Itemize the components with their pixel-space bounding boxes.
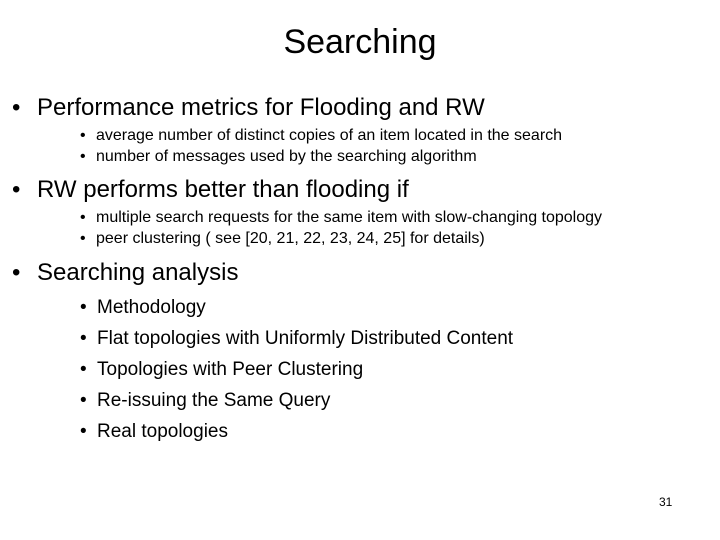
bullet-glyph-icon: • — [80, 147, 86, 165]
bullet-glyph-icon: • — [80, 229, 86, 247]
level2-bullet-text: multiple search requests for the same it… — [96, 209, 603, 226]
level1-bullet-item: • Searching analysis — [0, 257, 720, 288]
page-number: 31 — [659, 495, 673, 509]
level2-bullet-item: • Methodology — [0, 292, 720, 323]
level2-bullet-item: • multiple search requests for the same … — [0, 208, 720, 229]
bullet-glyph-icon: • — [12, 94, 21, 121]
bullet-glyph-icon: • — [80, 421, 87, 442]
slide-body: • Performance metrics for Flooding and R… — [0, 92, 720, 447]
level2-bullet-item: • average number of distinct copies of a… — [0, 126, 720, 147]
level2-list: • average number of distinct copies of a… — [0, 126, 720, 167]
bullet-glyph-icon: • — [80, 328, 87, 349]
bullet-group: • Searching analysis • Methodology • Fla… — [0, 257, 720, 447]
slide: Searching • Performance metrics for Floo… — [0, 0, 720, 540]
bullet-glyph-icon: • — [80, 359, 87, 380]
level2-bullet-item: • Real topologies — [0, 416, 720, 447]
level1-bullet-text: Performance metrics for Flooding and RW — [37, 94, 485, 121]
level2-bullet-text: number of messages used by the searching… — [96, 147, 477, 165]
level2-bullet-item: • Topologies with Peer Clustering — [0, 354, 720, 385]
bullet-glyph-icon: • — [80, 297, 87, 318]
level2-bullet-text: average number of distinct copies of an … — [96, 127, 563, 144]
bullet-glyph-icon: • — [80, 209, 86, 226]
level2-bullet-item: • Flat topologies with Uniformly Distrib… — [0, 323, 720, 354]
level2-bullet-text: Methodology — [97, 297, 206, 318]
bullet-glyph-icon: • — [80, 127, 86, 144]
level1-bullet-text: Searching analysis — [37, 259, 239, 286]
level1-bullet-item: • Performance metrics for Flooding and R… — [0, 92, 720, 123]
bullet-glyph-icon: • — [80, 390, 87, 411]
level2-bullet-item: • number of messages used by the searchi… — [0, 147, 720, 168]
slide-title: Searching — [283, 23, 437, 61]
bullet-group: • RW performs better than flooding if • … — [0, 174, 720, 249]
level2-list: • multiple search requests for the same … — [0, 208, 720, 249]
level2-bullet-text: Flat topologies with Uniformly Distribut… — [97, 328, 514, 349]
level2-bullet-item: • Re-issuing the Same Query — [0, 385, 720, 416]
level1-bullet-text: RW performs better than flooding if — [37, 176, 409, 203]
level2-bullet-text: Topologies with Peer Clustering — [97, 359, 364, 380]
level2-bullet-text: Re-issuing the Same Query — [97, 390, 331, 411]
bullet-glyph-icon: • — [12, 259, 21, 286]
level2-bullet-item: • peer clustering ( see [20, 21, 22, 23,… — [0, 229, 720, 250]
level2-list: • Methodology • Flat topologies with Uni… — [0, 292, 720, 447]
level2-bullet-text: peer clustering ( see [20, 21, 22, 23, 2… — [96, 229, 485, 247]
level2-bullet-text: Real topologies — [97, 421, 228, 442]
level1-bullet-item: • RW performs better than flooding if — [0, 174, 720, 205]
bullet-glyph-icon: • — [12, 176, 21, 203]
bullet-group: • Performance metrics for Flooding and R… — [0, 92, 720, 167]
